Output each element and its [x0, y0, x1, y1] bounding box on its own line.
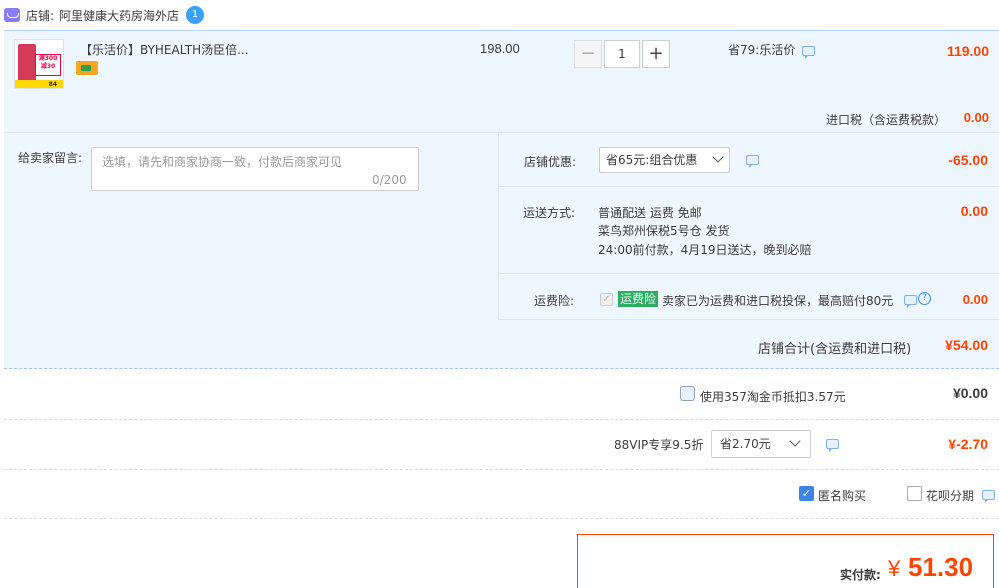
quantity-increase-button[interactable]: +	[642, 40, 670, 68]
anonymous-purchase-checkbox[interactable]: ✓	[799, 486, 814, 501]
shipping-method-text: 普通配送 运费 免邮	[598, 206, 702, 220]
shipping-warehouse-text: 菜鸟郑州保税5号仓 发货	[598, 224, 730, 238]
product-title-link[interactable]: 【乐活价】BYHEALTH汤臣倍...	[80, 41, 249, 58]
item-subtotal: 119.00	[946, 43, 989, 59]
shop-discount-label: 店铺优惠:	[524, 155, 577, 169]
divider	[498, 319, 999, 320]
shipping-insurance-checkbox[interactable]: ✓	[600, 293, 613, 306]
shipping-fee-value: 0.00	[960, 203, 988, 219]
import-tax-value: 0.00	[963, 110, 989, 125]
order-options-block: 给卖家留言: 选填，请先和商家协商一致，付款后商家可见 0/200 店铺优惠: …	[4, 132, 999, 369]
chat-bubble-icon[interactable]	[826, 439, 839, 452]
shop-name-link[interactable]: 阿里健康大药房海外店	[59, 7, 179, 24]
quantity-decrease-button[interactable]: −	[574, 40, 602, 68]
divider	[4, 518, 999, 519]
chat-bubble-icon[interactable]	[982, 490, 995, 503]
vip-discount-value: ¥-2.70	[948, 436, 988, 452]
vip-discount-label: 88VIP专享9.5折	[614, 438, 704, 452]
shop-total-value: ¥54.00	[945, 337, 988, 353]
shipping-method-label: 运送方式:	[523, 206, 576, 220]
divider	[498, 186, 999, 187]
shop-header: 店铺: 阿里健康大药房海外店 1	[0, 0, 999, 30]
shop-label: 店铺:	[26, 9, 55, 23]
divider	[4, 419, 999, 420]
taobao-coin-label: 使用357淘金币抵扣3.57元	[700, 390, 846, 404]
currency-symbol: ¥	[888, 556, 901, 581]
seller-message-label: 给卖家留言:	[18, 151, 83, 165]
payment-label: 实付款:	[840, 568, 881, 582]
unit-price: 198.00	[480, 41, 520, 56]
shipping-insurance-label: 运费险:	[534, 294, 575, 308]
divider	[4, 469, 999, 470]
credit-card-icon	[76, 61, 98, 75]
taobao-coin-checkbox[interactable]	[680, 386, 695, 401]
huabei-installment-checkbox[interactable]	[907, 486, 922, 501]
shipping-insurance-text: 卖家已为运费和进口税投保，最高赔付80元	[662, 294, 894, 308]
seller-message-counter: 0/200	[372, 173, 407, 187]
taobao-coin-value: ¥0.00	[952, 385, 988, 401]
product-thumbnail[interactable]: 满300 减30 84	[14, 39, 64, 89]
quantity-input[interactable]: 1	[604, 40, 640, 68]
shop-discount-value: -65.00	[948, 152, 988, 168]
chat-bubble-icon[interactable]	[746, 155, 759, 168]
divider	[498, 273, 999, 274]
shipping-insurance-value: 0.00	[962, 292, 988, 307]
chat-bubble-icon[interactable]	[802, 46, 815, 59]
shop-icon	[4, 8, 20, 22]
seller-message-placeholder: 选填，请先和商家协商一致，付款后商家可见	[102, 155, 343, 169]
shop-total-label: 店铺合计(含运费和进口税)	[758, 342, 912, 357]
huabei-installment-label: 花呗分期	[926, 489, 975, 503]
order-item-row: 满300 减30 84 【乐活价】BYHEALTH汤臣倍... 198.00 − …	[4, 30, 999, 132]
anonymous-purchase-label: 匿名购买	[818, 489, 867, 503]
shipping-delivery-text: 24:00前付款，4月19日送达，晚到必赔	[598, 243, 812, 257]
promotion-text: 省79:乐活价	[728, 43, 796, 57]
shipping-insurance-badge: 运费险	[618, 291, 659, 307]
shop-discount-select[interactable]: 省65元:组合优惠	[599, 147, 730, 173]
wangwang-chat-icon[interactable]: 1	[186, 6, 204, 24]
payment-total-value: 51.30	[908, 552, 974, 582]
